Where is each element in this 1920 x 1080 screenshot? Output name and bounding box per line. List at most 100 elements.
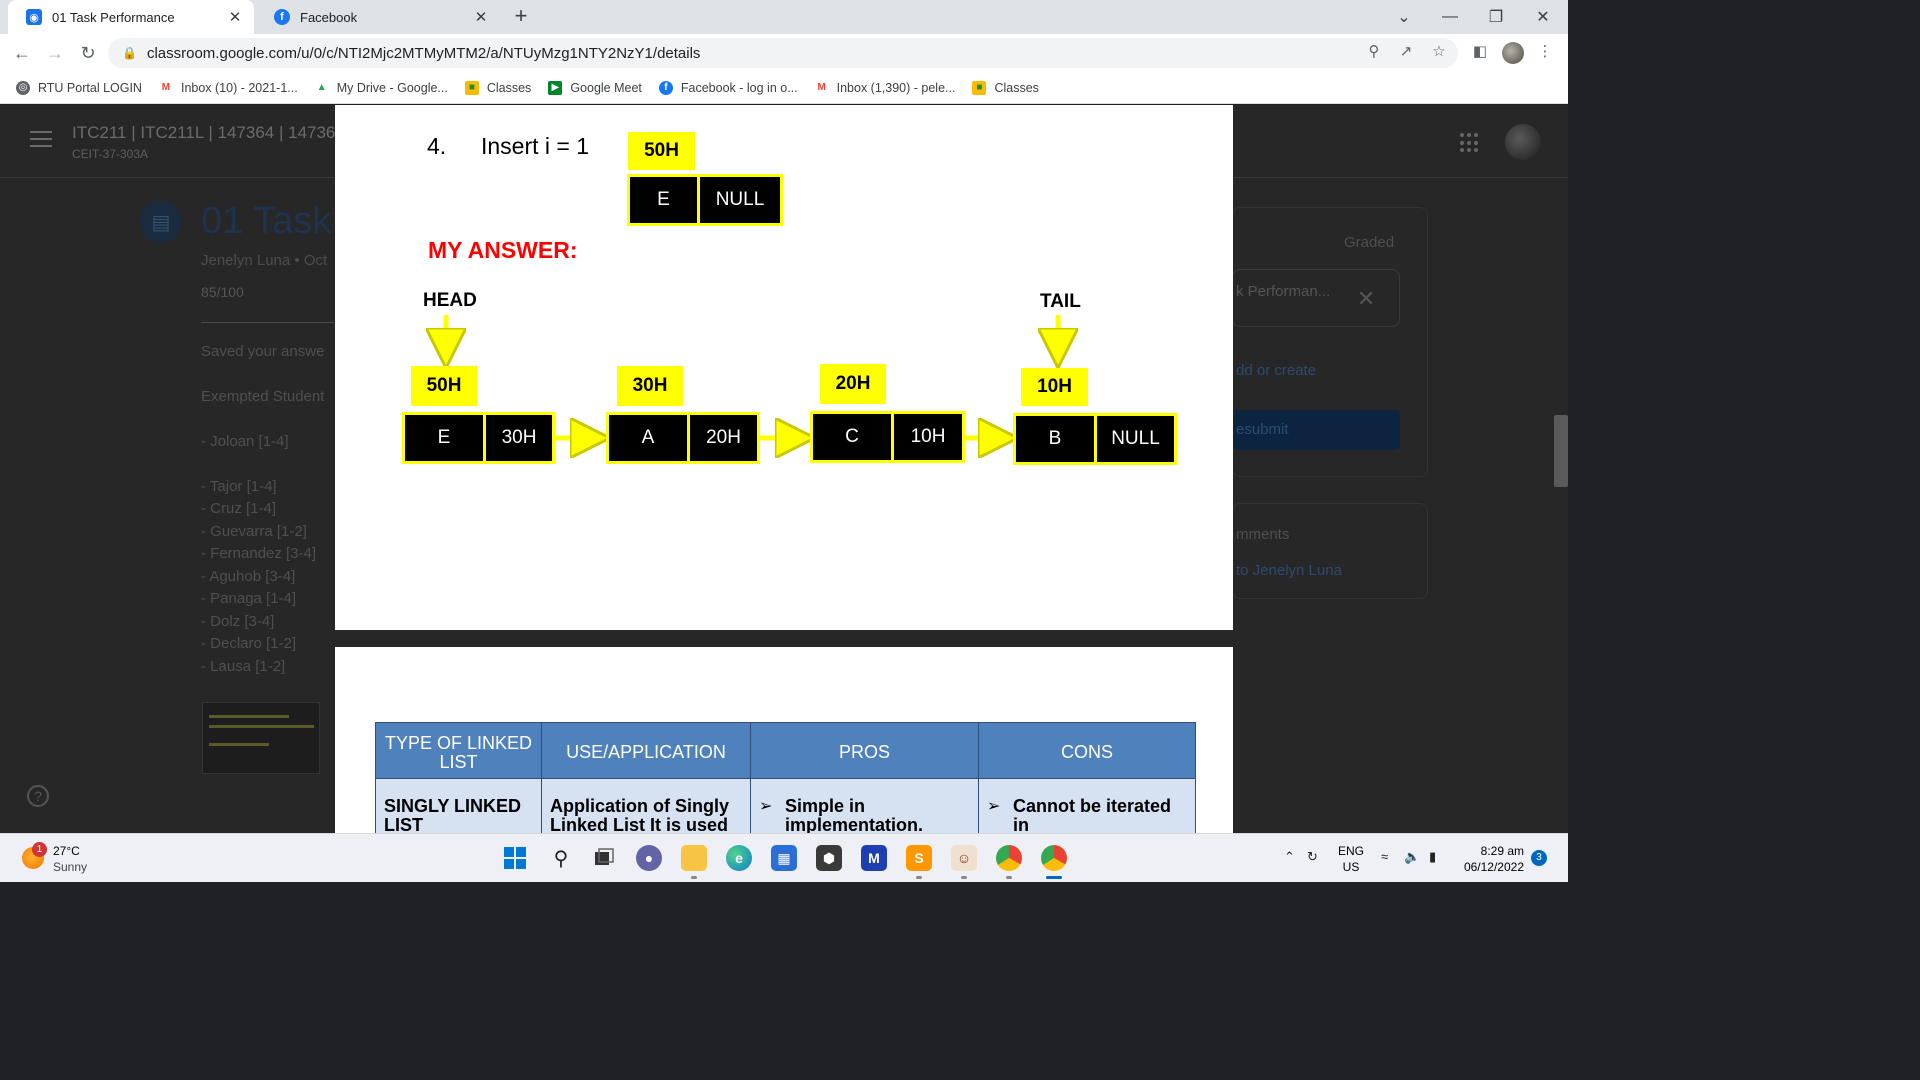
- student-item: - Panaga [1-4]: [201, 590, 297, 607]
- sync-icon[interactable]: ↻: [1307, 849, 1318, 865]
- bookmark-label: My Drive - Google...: [336, 80, 448, 95]
- bookmark-my-drive[interactable]: ▲ My Drive - Google...: [315, 81, 448, 95]
- classroom-icon: ■: [464, 80, 479, 95]
- bookmark-facebook[interactable]: f Facebook - log in o...: [658, 80, 798, 95]
- bookmark-label: Inbox (1,390) - pele...: [836, 80, 956, 95]
- attachment-thumbnail[interactable]: [202, 702, 320, 774]
- resubmit-button[interactable]: esubmit: [1232, 410, 1400, 450]
- sublime-text-icon[interactable]: S: [906, 845, 932, 871]
- edge-icon[interactable]: e: [726, 845, 752, 871]
- weather-condition[interactable]: Sunny: [53, 860, 87, 874]
- app-character-icon[interactable]: ☺: [951, 845, 977, 871]
- search-icon[interactable]: ⚲: [548, 845, 574, 871]
- node-data: B: [1016, 416, 1094, 462]
- node-address: 50H: [411, 366, 477, 406]
- bookmark-star-icon[interactable]: ☆: [1429, 41, 1449, 61]
- node-data: C: [813, 414, 891, 460]
- share-icon[interactable]: ↗: [1396, 41, 1416, 61]
- column-header: TYPE OF LINKED LIST: [375, 722, 542, 779]
- language-code: ENG: [1338, 844, 1365, 858]
- account-avatar[interactable]: [1505, 124, 1541, 160]
- close-icon[interactable]: ✕: [1357, 288, 1375, 310]
- wifi-icon[interactable]: ≈: [1381, 849, 1388, 864]
- chrome-icon[interactable]: [1041, 845, 1067, 871]
- lock-icon: 🔒: [122, 46, 137, 60]
- tab-task-performance[interactable]: ◉ 01 Task Performance ✕: [8, 0, 254, 34]
- tab-search-icon[interactable]: ⌄: [1381, 0, 1427, 34]
- address-bar[interactable]: 🔒 classroom.google.com/u/0/c/NTI2Mjc2MTM…: [108, 38, 1458, 68]
- student-item: - Fernandez [3-4]: [201, 545, 317, 562]
- app-cube-icon[interactable]: ⬢: [816, 845, 842, 871]
- task-view-icon[interactable]: [591, 845, 617, 871]
- assignment-score: 85/100: [201, 284, 244, 300]
- graded-status: Graded: [1344, 234, 1395, 251]
- facebook-icon: f: [274, 9, 290, 25]
- new-tab-button[interactable]: +: [508, 4, 534, 30]
- student-item: - Cruz [1-4]: [201, 500, 277, 517]
- chevron-up-icon[interactable]: ⌃: [1284, 849, 1295, 865]
- reload-button[interactable]: ↻: [75, 40, 101, 66]
- node-next: 10H: [894, 414, 962, 460]
- google-apps-icon[interactable]: [1460, 133, 1480, 153]
- restore-button[interactable]: ❐: [1473, 0, 1519, 34]
- zoom-icon[interactable]: ⚲: [1364, 41, 1384, 61]
- close-icon[interactable]: ✕: [472, 8, 490, 26]
- bookmark-rtu-portal[interactable]: ◎ RTU Portal LOGIN: [16, 80, 142, 95]
- language-indicator[interactable]: ENG US: [1338, 843, 1364, 875]
- app-m-icon[interactable]: M: [861, 845, 887, 871]
- running-indicator: [916, 876, 922, 879]
- minimize-button[interactable]: —: [1427, 0, 1473, 34]
- teams-chat-icon[interactable]: ●: [636, 845, 662, 871]
- notification-badge[interactable]: 3: [1531, 850, 1547, 866]
- gmail-icon: M: [161, 82, 171, 93]
- tab-facebook[interactable]: f Facebook ✕: [256, 0, 500, 34]
- add-comment-link[interactable]: to Jenelyn Luna: [1236, 562, 1342, 579]
- classroom-page: ITC211 | ITC211L | 147364 | 14736 CEIT-3…: [0, 105, 1568, 833]
- bookmark-label: RTU Portal LOGIN: [38, 80, 142, 95]
- profile-avatar[interactable]: [1502, 42, 1524, 64]
- facebook-icon: f: [658, 80, 673, 95]
- system-clock[interactable]: 8:29 am 06/12/2022: [1456, 843, 1524, 875]
- add-or-create-button[interactable]: dd or create: [1236, 362, 1316, 379]
- menu-kebab-icon[interactable]: ⋮: [1535, 41, 1555, 61]
- divider: [201, 322, 335, 323]
- weather-temperature[interactable]: 27°C: [53, 844, 80, 858]
- volume-icon[interactable]: 🔈: [1404, 849, 1420, 865]
- node-next: 30H: [486, 415, 552, 461]
- side-panel-icon[interactable]: ◧: [1470, 41, 1490, 61]
- column-header: USE/APPLICATION: [541, 722, 751, 779]
- file-explorer-icon[interactable]: [681, 845, 707, 871]
- node-next: 20H: [690, 415, 757, 461]
- saved-answer-text: Saved your answe: [201, 343, 325, 360]
- region-code: US: [1342, 860, 1360, 874]
- assignment-icon: ▤: [140, 201, 182, 243]
- help-icon[interactable]: ?: [27, 785, 49, 807]
- scrollbar-thumb[interactable]: [1554, 415, 1568, 487]
- back-button[interactable]: ←: [9, 40, 35, 66]
- bookmark-google-meet[interactable]: ▶ Google Meet: [548, 80, 642, 95]
- forward-button[interactable]: →: [42, 40, 68, 66]
- course-section: CEIT-37-303A: [72, 147, 149, 161]
- bookmark-inbox-1390[interactable]: M Inbox (1,390) - pele...: [815, 80, 956, 95]
- table-row: SINGLY LINKED LIST Application of Singly…: [375, 778, 1196, 833]
- course-title[interactable]: ITC211 | ITC211L | 147364 | 14736: [72, 123, 335, 143]
- window-close-button[interactable]: ✕: [1520, 0, 1566, 34]
- node-data: E: [405, 415, 483, 461]
- battery-icon[interactable]: ▮: [1429, 849, 1436, 865]
- bookmark-inbox-10[interactable]: M Inbox (10) - 2021-1...: [159, 81, 298, 95]
- windows-start-icon[interactable]: [502, 845, 528, 871]
- bookmark-label: Google Meet: [570, 80, 642, 95]
- running-indicator: [1006, 876, 1012, 879]
- node-next: NULL: [1097, 416, 1174, 462]
- table-cell: Application of Singly Linked List It is …: [541, 778, 751, 833]
- chrome-profile-icon[interactable]: [996, 845, 1022, 871]
- linked-list-node: E 30H: [402, 412, 555, 464]
- bookmark-classes-2[interactable]: ■ Classes: [972, 80, 1039, 95]
- store-icon[interactable]: ▦: [771, 845, 797, 871]
- bookmark-classes[interactable]: ■ Classes: [464, 80, 531, 95]
- bookmark-label: Facebook - log in o...: [680, 80, 798, 95]
- student-item: - Joloan [1-4]: [201, 433, 289, 450]
- document-page-1: 4. Insert i = 1 50H E NULL MY ANSWER: HE…: [335, 105, 1233, 630]
- hamburger-menu-icon[interactable]: [30, 131, 52, 149]
- close-icon[interactable]: ✕: [226, 8, 244, 26]
